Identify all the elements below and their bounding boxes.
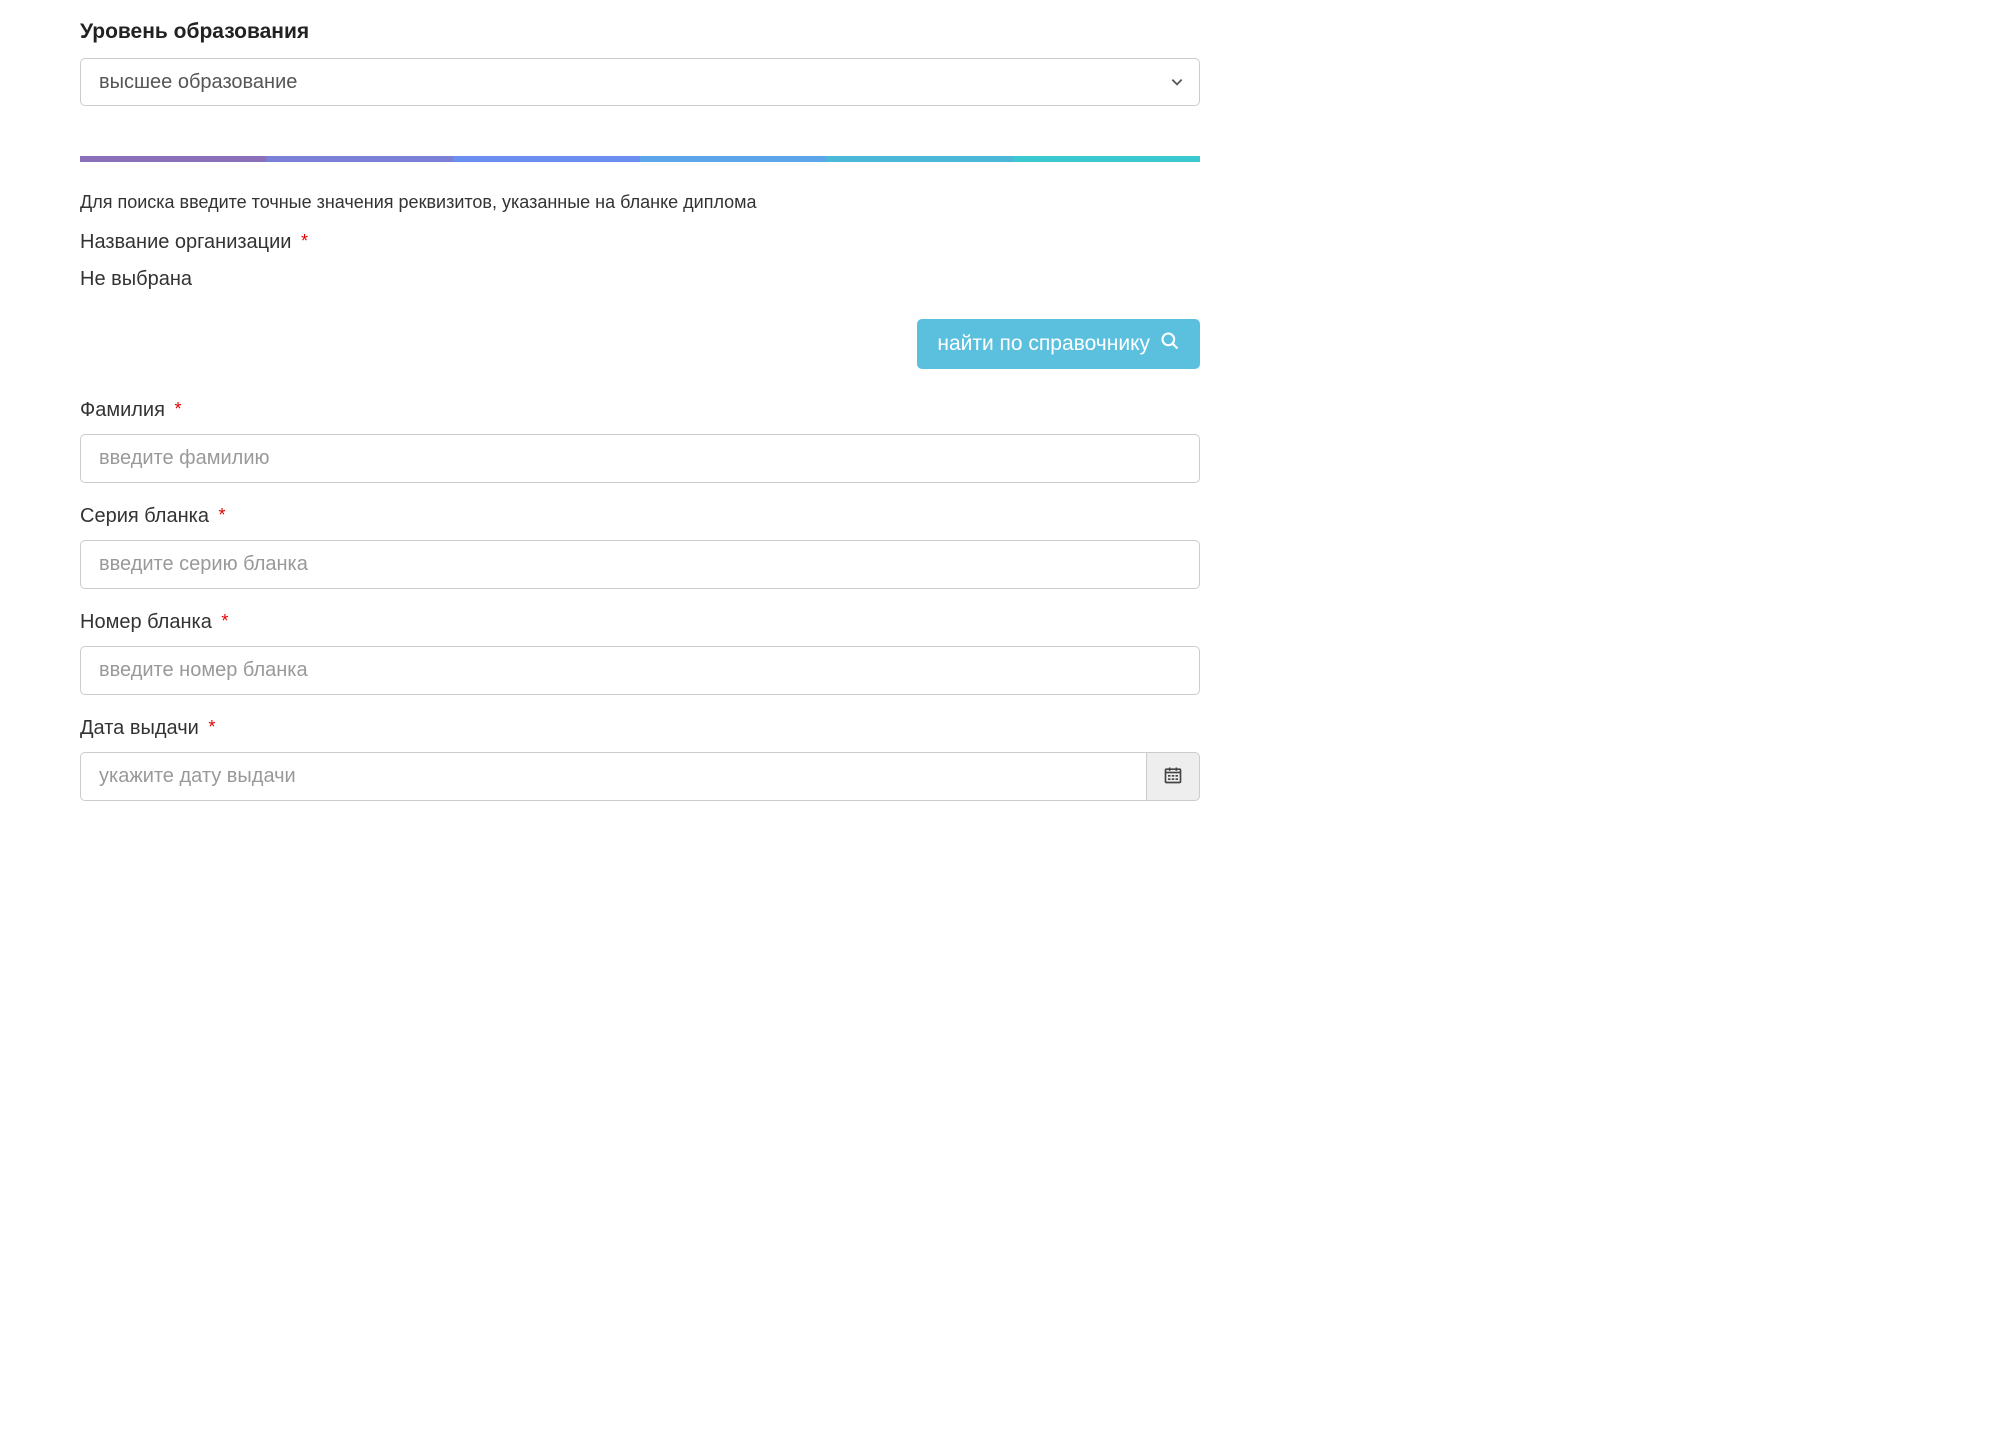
organization-label-text: Название организации	[80, 231, 291, 253]
required-star: *	[221, 611, 228, 631]
issue-date-input-group	[80, 752, 1200, 801]
issue-date-label: Дата выдачи *	[80, 717, 1200, 740]
education-level-label: Уровень образования	[80, 20, 1200, 44]
calendar-icon	[1163, 765, 1183, 788]
required-star: *	[301, 231, 308, 251]
search-icon	[1160, 331, 1180, 357]
issue-date-label-text: Дата выдачи	[80, 717, 199, 739]
lookup-button-row: найти по справочнику	[80, 319, 1200, 369]
surname-label: Фамилия *	[80, 399, 1200, 422]
surname-input[interactable]	[80, 434, 1200, 483]
issue-date-field: Дата выдачи *	[80, 717, 1200, 801]
series-label-text: Серия бланка	[80, 505, 209, 527]
diploma-search-form: Уровень образования высшее образование Д…	[80, 20, 1200, 801]
series-field: Серия бланка *	[80, 505, 1200, 589]
education-level-select[interactable]: высшее образование	[80, 58, 1200, 106]
education-level-select-wrap: высшее образование	[80, 58, 1200, 106]
instruction-text: Для поиска введите точные значения рекви…	[80, 192, 1200, 213]
surname-label-text: Фамилия	[80, 399, 165, 421]
required-star: *	[219, 505, 226, 525]
surname-field: Фамилия *	[80, 399, 1200, 483]
required-star: *	[208, 717, 215, 737]
organization-label: Название организации *	[80, 231, 1200, 254]
required-star: *	[174, 399, 181, 419]
series-label: Серия бланка *	[80, 505, 1200, 528]
lookup-button-label: найти по справочнику	[937, 332, 1150, 356]
series-input[interactable]	[80, 540, 1200, 589]
number-label-text: Номер бланка	[80, 611, 212, 633]
number-field: Номер бланка *	[80, 611, 1200, 695]
number-input[interactable]	[80, 646, 1200, 695]
number-label: Номер бланка *	[80, 611, 1200, 634]
calendar-button[interactable]	[1146, 752, 1200, 801]
organization-value: Не выбрана	[80, 268, 1200, 291]
find-in-directory-button[interactable]: найти по справочнику	[917, 319, 1200, 369]
gradient-divider	[80, 156, 1200, 162]
issue-date-input[interactable]	[80, 752, 1146, 801]
